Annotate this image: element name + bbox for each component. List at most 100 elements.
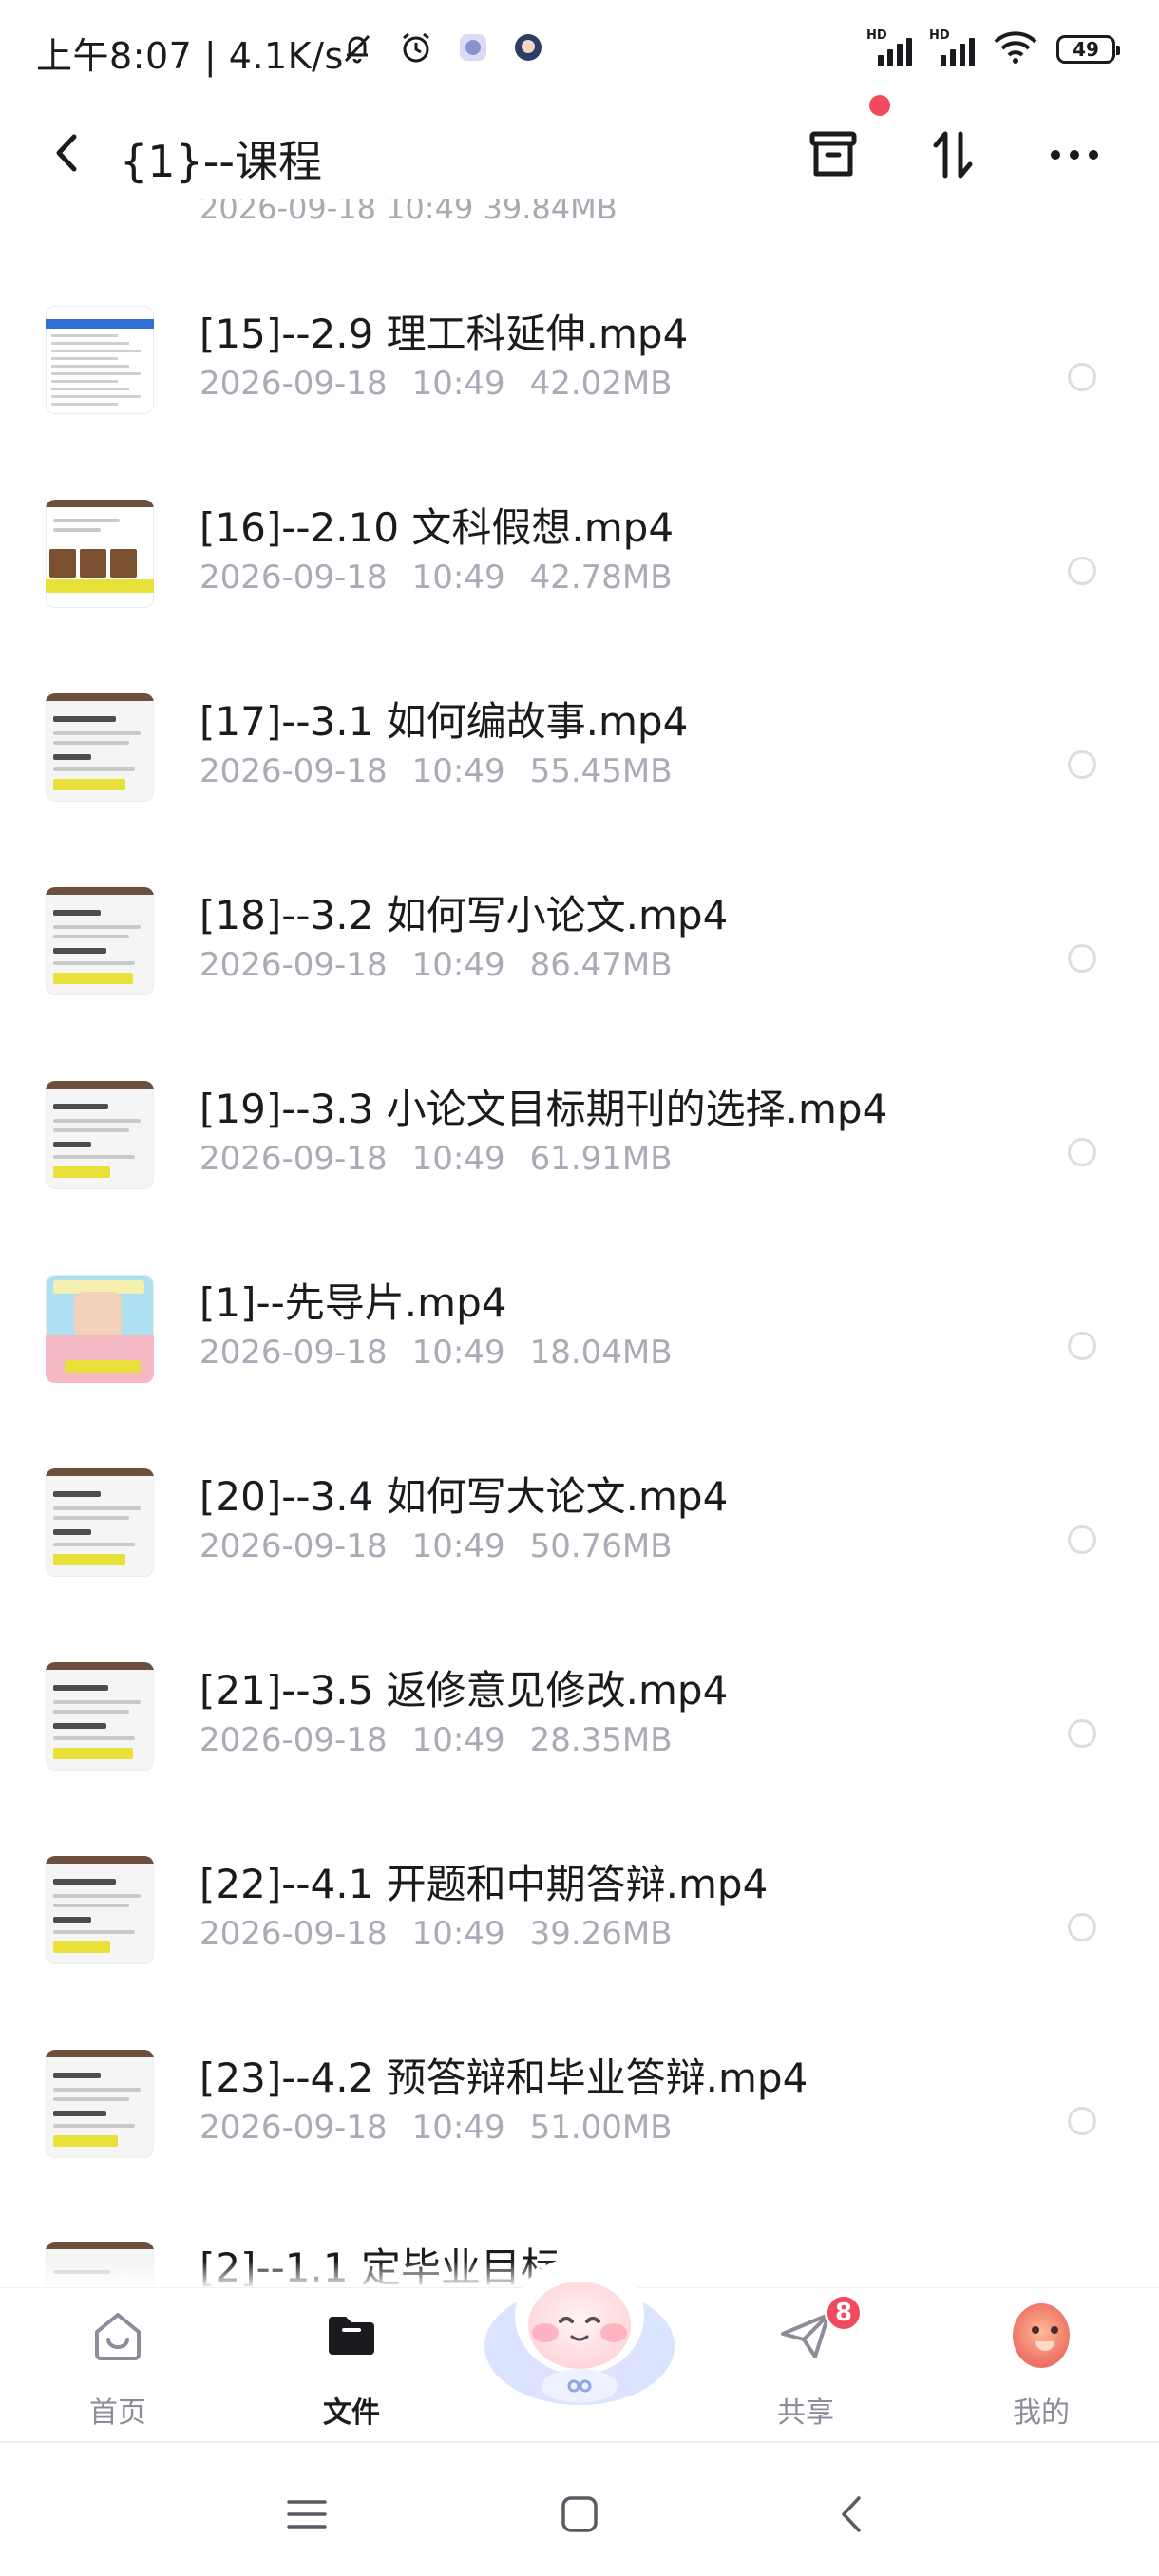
list-item[interactable]: [21]--3.5 返修意见修改.mp4 2026-09-18 10:49 28.35… xyxy=(0,1638,1159,1831)
video-thumbnail xyxy=(46,887,154,995)
list-item[interactable]: [15]--2.9 理工科延伸.mp4 2026-09-18 10:49 42.02M… xyxy=(0,281,1159,475)
home-button[interactable] xyxy=(556,2491,603,2538)
list-item[interactable]: [19]--3.3 小论文目标期刊的选择.mp4 2026-09-18 10:49 6… xyxy=(0,1056,1159,1250)
list-item[interactable]: [17]--3.1 如何编故事.mp4 2026-09-18 10:49 55.45M… xyxy=(0,669,1159,862)
tab-files-label: 文件 xyxy=(323,2396,380,2430)
file-name: [20]--3.4 如何写大论文.mp4 xyxy=(200,1473,729,1520)
file-date: 2026-09-18 xyxy=(200,1334,388,1372)
list-item[interactable]: [18]--3.2 如何写小论文.mp4 2026-09-18 10:49 86.47… xyxy=(0,862,1159,1056)
video-thumbnail xyxy=(46,500,154,608)
home-icon xyxy=(89,2307,146,2364)
select-radio[interactable] xyxy=(1068,944,1096,973)
file-meta: 2026-09-18 10:49 42.78MB xyxy=(200,559,673,597)
list-item[interactable]: [23]--4.2 预答辩和毕业答辩.mp4 2026-09-18 10:49 51.… xyxy=(0,2025,1159,2219)
tab-home-label: 首页 xyxy=(89,2396,146,2430)
list-item[interactable]: [20]--3.4 如何写大论文.mp4 2026-09-18 10:49 50.76… xyxy=(0,1444,1159,1638)
select-radio[interactable] xyxy=(1068,2107,1096,2135)
file-meta: 2026-09-18 10:49 42.02MB xyxy=(200,365,673,403)
file-time: 10:49 xyxy=(411,1334,505,1372)
more-button[interactable] xyxy=(1041,122,1108,188)
assistant-mascot-button[interactable] xyxy=(479,2234,680,2415)
app-notification-icon-2 xyxy=(511,30,545,68)
status-right-icons: HD HD 49 xyxy=(866,28,1120,70)
file-name: [23]--4.2 预答辩和毕业答辩.mp4 xyxy=(200,2055,808,2101)
video-thumbnail xyxy=(46,1856,154,1964)
tab-files[interactable]: 文件 xyxy=(285,2300,418,2433)
file-date: 2026-09-18 xyxy=(200,2109,388,2147)
file-size: 51.00MB xyxy=(529,2109,673,2147)
file-size: 18.04MB xyxy=(529,1334,673,1372)
folder-icon xyxy=(323,2307,380,2364)
tab-share-label: 共享 xyxy=(777,2396,834,2430)
file-size: 50.76MB xyxy=(529,1527,673,1565)
list-item[interactable]: [22]--4.1 开题和中期答辩.mp4 2026-09-18 10:49 39.2… xyxy=(0,1831,1159,2025)
file-size: 42.78MB xyxy=(529,559,673,597)
file-size: 39.26MB xyxy=(529,1915,673,1953)
page-title: {1}--课程 xyxy=(120,136,322,187)
signal-icon-2: HD xyxy=(929,28,975,66)
top-nav: {1}--课程 xyxy=(0,104,1159,199)
partial-top-item-meta: 2026-09-18 10:49 39.84MB xyxy=(200,199,618,226)
status-bar: 上午8:07 | 4.1K/s HD HD 49 xyxy=(0,0,1159,104)
video-thumbnail xyxy=(46,2050,154,2158)
file-time: 10:49 xyxy=(411,1140,505,1178)
video-thumbnail xyxy=(46,693,154,802)
system-back-button[interactable] xyxy=(828,2491,876,2538)
file-time: 10:49 xyxy=(411,752,505,790)
file-date: 2026-09-18 xyxy=(200,559,388,597)
archive-button[interactable] xyxy=(800,122,866,188)
file-time: 10:49 xyxy=(411,1721,505,1759)
file-meta: 2026-09-18 10:49 39.26MB xyxy=(200,1915,673,1953)
tab-home[interactable]: 首页 xyxy=(51,2300,184,2433)
file-meta: 2026-09-18 10:49 50.76MB xyxy=(200,1527,673,1565)
file-date: 2026-09-18 xyxy=(200,1527,388,1565)
file-date: 2026-09-18 xyxy=(200,946,388,984)
file-name: [15]--2.9 理工科延伸.mp4 xyxy=(200,311,689,357)
select-radio[interactable] xyxy=(1068,1525,1096,1554)
file-meta: 2026-09-18 10:49 86.47MB xyxy=(200,946,673,984)
select-radio[interactable] xyxy=(1068,1138,1096,1166)
select-radio[interactable] xyxy=(1068,1719,1096,1748)
list-item[interactable]: [16]--2.10 文科假想.mp4 2026-09-18 10:49 42.78M… xyxy=(0,475,1159,669)
tab-share[interactable]: 8 共享 xyxy=(739,2294,872,2433)
sort-button[interactable] xyxy=(920,122,986,188)
file-meta: 2026-09-18 10:49 61.91MB xyxy=(200,1140,673,1178)
file-name: [18]--3.2 如何写小论文.mp4 xyxy=(200,892,729,938)
file-name: [17]--3.1 如何编故事.mp4 xyxy=(200,698,689,745)
select-radio[interactable] xyxy=(1068,363,1096,391)
back-button[interactable] xyxy=(46,131,89,175)
file-time: 10:49 xyxy=(411,365,505,403)
file-meta: 2026-09-18 10:49 55.45MB xyxy=(200,752,673,790)
file-name: [1]--先导片.mp4 xyxy=(200,1279,507,1326)
file-time: 10:49 xyxy=(411,2109,505,2147)
file-size: 42.02MB xyxy=(529,365,673,403)
file-time: 10:49 xyxy=(411,1915,505,1953)
notification-dot xyxy=(869,95,890,116)
status-notification-icons xyxy=(338,28,545,70)
list-item[interactable]: [1]--先导片.mp4 2026-09-18 10:49 18.04MB xyxy=(0,1250,1159,1444)
file-size: 86.47MB xyxy=(529,946,673,984)
select-radio[interactable] xyxy=(1068,1913,1096,1941)
video-thumbnail xyxy=(46,1081,154,1189)
file-size: 61.91MB xyxy=(529,1140,673,1178)
file-date: 2026-09-18 xyxy=(200,1721,388,1759)
alarm-icon xyxy=(397,28,435,70)
file-meta: 2026-09-18 10:49 18.04MB xyxy=(200,1334,673,1372)
file-time: 10:49 xyxy=(411,559,505,597)
mute-bell-icon xyxy=(338,28,376,70)
file-name: [22]--4.1 开题和中期答辩.mp4 xyxy=(200,1861,769,1907)
screen: 上午8:07 | 4.1K/s HD HD 49 {1}--课程 2026-09… xyxy=(0,0,1159,2576)
tab-me[interactable]: 我的 xyxy=(975,2300,1108,2433)
file-time: 10:49 xyxy=(411,1527,505,1565)
file-date: 2026-09-18 xyxy=(200,365,388,403)
share-badge: 8 xyxy=(825,2294,863,2332)
avatar-icon xyxy=(1013,2303,1070,2368)
menu-icon xyxy=(287,2500,327,2529)
wifi-icon xyxy=(992,28,1039,70)
avatar xyxy=(1013,2303,1070,2368)
recent-apps-button[interactable] xyxy=(283,2491,331,2538)
select-radio[interactable] xyxy=(1068,1332,1096,1360)
select-radio[interactable] xyxy=(1068,750,1096,779)
file-date: 2026-09-18 xyxy=(200,752,388,790)
select-radio[interactable] xyxy=(1068,557,1096,585)
